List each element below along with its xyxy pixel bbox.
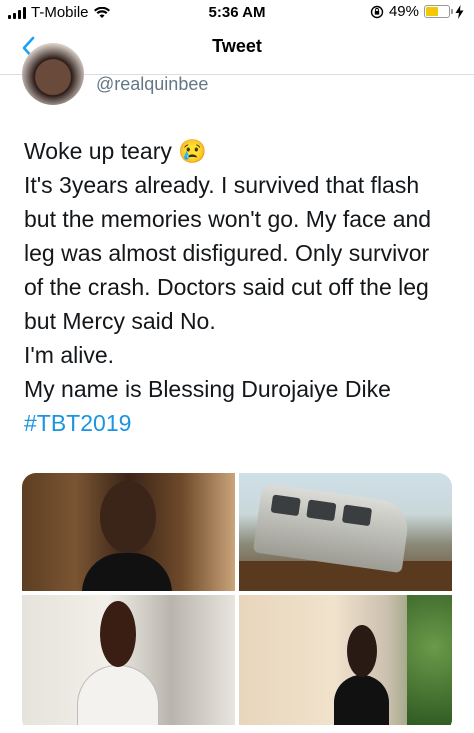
photo-3[interactable] <box>22 595 235 725</box>
orientation-lock-icon <box>370 5 384 18</box>
status-right: 49% <box>370 3 464 20</box>
tweet-line: Woke up teary 😢 <box>24 138 207 164</box>
charging-bolt-icon <box>455 4 464 19</box>
photo-2[interactable] <box>239 473 452 591</box>
tweet-line: leg was almost disfigured. Only survivor <box>24 240 430 266</box>
author-handle[interactable]: @realquinbee <box>96 74 208 108</box>
status-bar: T-Mobile 5:36 AM 49% <box>0 0 474 24</box>
battery-percent: 49% <box>388 3 419 20</box>
tweet-line: My name is Blessing Durojaiye Dike <box>24 376 391 402</box>
battery-icon <box>424 5 453 18</box>
tweet-line: but the memories won't go. My face and <box>24 206 432 232</box>
tweet-author[interactable]: @realquinbee <box>22 43 208 108</box>
hashtag-link[interactable]: #TBT2019 <box>24 406 464 440</box>
photo-1[interactable] <box>22 473 235 591</box>
photo-4[interactable] <box>239 595 452 725</box>
tweet-line: It's 3years already. I survived that fla… <box>24 172 420 198</box>
tweet-text: Woke up teary 😢 It's 3years already. I s… <box>24 134 464 440</box>
avatar[interactable] <box>22 43 84 105</box>
photo-grid <box>22 473 452 733</box>
tweet-line: of the crash. Doctors said cut off the l… <box>24 274 429 300</box>
tweet-line: but Mercy said No. <box>24 308 216 334</box>
tweet-line: I'm alive. <box>24 342 115 368</box>
